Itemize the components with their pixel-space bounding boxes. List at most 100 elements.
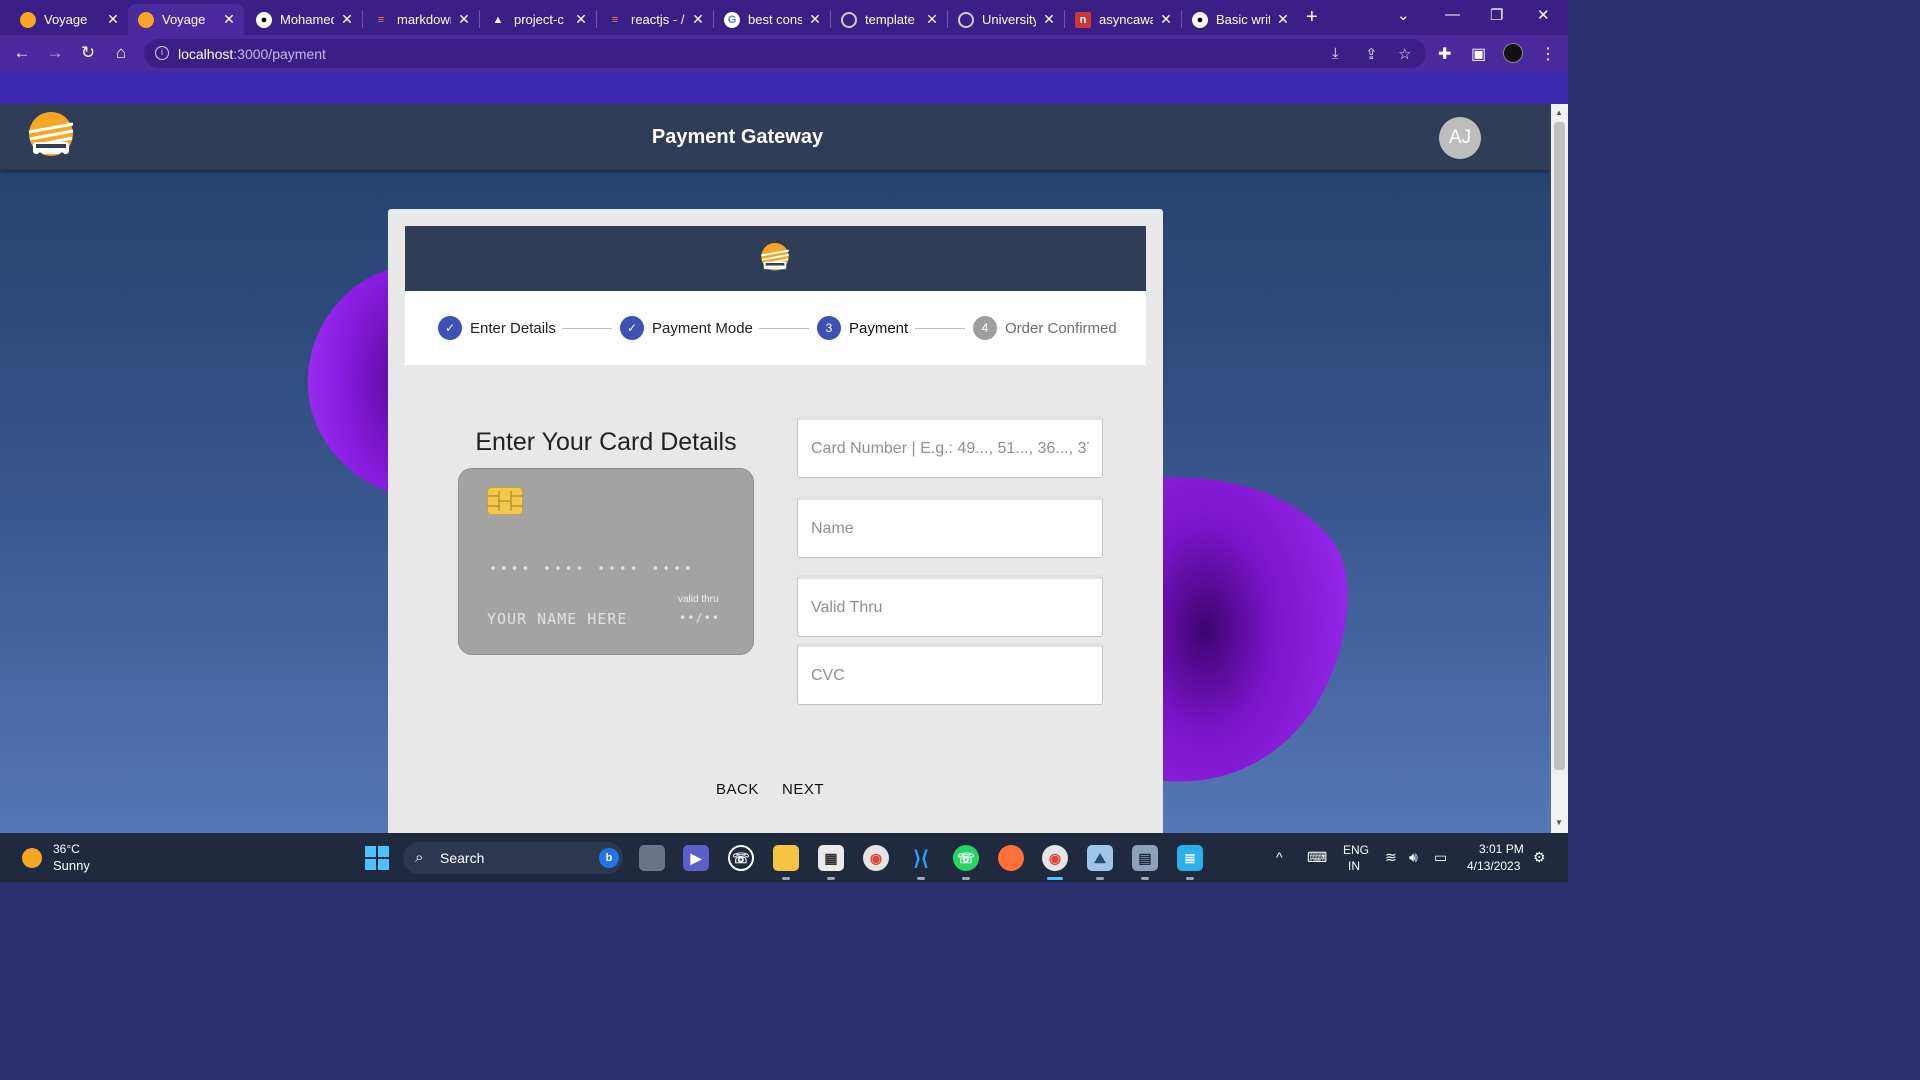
weather-temperature[interactable]: 36°C bbox=[53, 842, 80, 856]
new-tab-button[interactable]: + bbox=[1306, 6, 1318, 29]
address-bar[interactable]: i localhost:3000/payment ⤓ ⇪ ☆ bbox=[144, 39, 1426, 68]
browser-tab[interactable]: ● Mohamed ✕ bbox=[246, 4, 362, 35]
browser-tab[interactable]: University ✕ bbox=[948, 4, 1064, 35]
back-button[interactable]: BACK bbox=[716, 781, 759, 798]
user-avatar[interactable]: AJ bbox=[1439, 117, 1481, 159]
browser-tab[interactable]: n asyncawa ✕ bbox=[1065, 4, 1181, 35]
file-explorer-icon[interactable] bbox=[773, 845, 799, 880]
bing-icon[interactable]: b bbox=[599, 848, 619, 868]
start-button[interactable] bbox=[365, 846, 389, 870]
cvc-input[interactable] bbox=[798, 647, 1102, 704]
whatsapp-icon[interactable]: ☏ bbox=[953, 845, 979, 880]
minimize-button[interactable]: — bbox=[1445, 6, 1460, 23]
browser-tab[interactable]: ≡ markdown ✕ bbox=[363, 4, 479, 35]
browser-profile-avatar[interactable] bbox=[1503, 43, 1523, 63]
calculator-icon[interactable]: ▤ bbox=[1132, 845, 1158, 880]
keyboard-icon[interactable]: ⌨ bbox=[1307, 849, 1327, 866]
tab-title: Mohamed bbox=[280, 12, 334, 27]
close-tab-icon[interactable]: ✕ bbox=[340, 11, 354, 28]
close-tab-icon[interactable]: ✕ bbox=[925, 11, 939, 28]
volume-icon[interactable]: 🔊︎ bbox=[1409, 849, 1418, 866]
close-tab-icon[interactable]: ✕ bbox=[106, 11, 120, 28]
voyage-icon bbox=[20, 11, 36, 28]
region-indicator[interactable]: IN bbox=[1348, 859, 1360, 873]
browser-tab[interactable]: ▲ project-c ✕ bbox=[480, 4, 596, 35]
search-icon: ⌕ bbox=[415, 849, 424, 866]
notifications-icon[interactable]: ⚙ bbox=[1533, 849, 1546, 866]
photos-icon[interactable]: ⛰ bbox=[1087, 845, 1113, 880]
close-tab-icon[interactable]: ✕ bbox=[1042, 11, 1056, 28]
forward-arrow-icon[interactable]: → bbox=[44, 43, 66, 63]
close-tab-icon[interactable]: ✕ bbox=[1159, 11, 1173, 28]
wifi-icon[interactable]: ≋ bbox=[1385, 849, 1397, 866]
page-scrollbar[interactable]: ▲ ▼ bbox=[1551, 104, 1568, 833]
browser-tab[interactable]: Voyage ✕ bbox=[10, 4, 128, 35]
valid-thru-field bbox=[797, 575, 1103, 637]
valid-thru-input[interactable] bbox=[798, 579, 1102, 636]
browser-tab-active[interactable]: Voyage ✕ bbox=[128, 4, 244, 35]
battery-icon[interactable]: ▭ bbox=[1434, 849, 1447, 866]
whatsapp-icon[interactable]: ☏ bbox=[728, 845, 754, 871]
browser-menu-icon[interactable]: ⋮ bbox=[1540, 44, 1556, 64]
url-text[interactable]: localhost:3000/payment bbox=[178, 46, 326, 62]
close-tab-icon[interactable]: ✕ bbox=[1276, 11, 1290, 28]
browser-tab[interactable]: G best cons ✕ bbox=[714, 4, 830, 35]
share-icon[interactable]: ⇪ bbox=[1365, 45, 1378, 63]
step-label: Order Confirmed bbox=[1005, 319, 1117, 337]
checkout-stepper: ✓ Enter Details ✓ Payment Mode 3 Payment… bbox=[405, 291, 1146, 365]
decorative-blob-right bbox=[1150, 477, 1348, 782]
scroll-down-arrow-icon[interactable]: ▼ bbox=[1555, 818, 1563, 827]
scroll-up-arrow-icon[interactable]: ▲ bbox=[1555, 108, 1563, 117]
tab-search-icon[interactable]: ⌄ bbox=[1397, 6, 1410, 24]
show-hidden-icons-chevron-icon[interactable]: ^ bbox=[1276, 849, 1283, 865]
notepad-icon[interactable]: ≣ bbox=[1177, 845, 1203, 880]
reload-icon[interactable]: ↻ bbox=[77, 43, 99, 63]
microsoft-store-icon[interactable]: ▦ bbox=[818, 845, 844, 880]
bookmark-star-icon[interactable]: ☆ bbox=[1398, 45, 1411, 63]
chrome-icon[interactable]: ◉ bbox=[1042, 845, 1068, 880]
close-tab-icon[interactable]: ✕ bbox=[691, 11, 705, 28]
close-tab-icon[interactable]: ✕ bbox=[457, 11, 471, 28]
step-order-confirmed: 4 Order Confirmed bbox=[973, 316, 1117, 340]
globe-icon bbox=[841, 11, 857, 28]
close-tab-icon[interactable]: ✕ bbox=[574, 11, 588, 28]
next-button[interactable]: NEXT bbox=[782, 781, 824, 798]
install-icon[interactable]: ⤓ bbox=[1332, 45, 1339, 62]
browser-tab[interactable]: ● Basic writ ✕ bbox=[1182, 4, 1298, 35]
home-icon[interactable]: ⌂ bbox=[110, 43, 132, 63]
site-info-icon[interactable]: i bbox=[155, 46, 169, 60]
name-field bbox=[797, 496, 1103, 558]
tab-title: Basic writ bbox=[1216, 12, 1270, 27]
chrome-icon[interactable]: ◉ bbox=[863, 845, 889, 871]
close-tab-icon[interactable]: ✕ bbox=[222, 11, 236, 28]
valid-thru-preview: ••/•• bbox=[679, 611, 721, 625]
close-tab-icon[interactable]: ✕ bbox=[808, 11, 822, 28]
taskbar-search-label: Search bbox=[440, 850, 485, 866]
card-number-input[interactable] bbox=[798, 420, 1102, 477]
panel-header bbox=[405, 226, 1146, 291]
firefox-icon[interactable] bbox=[998, 845, 1024, 871]
restore-button[interactable]: ❐ bbox=[1490, 6, 1503, 24]
scrollbar-thumb[interactable] bbox=[1554, 122, 1565, 770]
name-input[interactable] bbox=[798, 500, 1102, 557]
task-view-icon[interactable] bbox=[639, 845, 665, 871]
tab-title: asyncawa bbox=[1099, 12, 1153, 27]
clock-date[interactable]: 4/13/2023 bbox=[1467, 859, 1520, 873]
github-icon: ● bbox=[256, 11, 272, 28]
step-connector bbox=[759, 328, 809, 329]
running-indicator bbox=[1186, 877, 1194, 880]
extensions-icon[interactable]: ✚ bbox=[1438, 44, 1451, 64]
weather-description[interactable]: Sunny bbox=[53, 858, 90, 873]
close-window-button[interactable]: ✕ bbox=[1537, 6, 1550, 24]
clock-time[interactable]: 3:01 PM bbox=[1479, 842, 1524, 856]
language-indicator[interactable]: ENG bbox=[1343, 843, 1369, 857]
side-panel-icon[interactable]: ▣ bbox=[1471, 44, 1486, 64]
sun-icon[interactable] bbox=[22, 848, 42, 868]
browser-tab[interactable]: ≡ reactjs - / ✕ bbox=[597, 4, 713, 35]
taskbar-search[interactable]: ⌕ Search b bbox=[403, 842, 623, 874]
teams-chat-icon[interactable]: ▶ bbox=[683, 845, 709, 871]
browser-tab[interactable]: template ✕ bbox=[831, 4, 947, 35]
vscode-icon[interactable]: ⟩⟨ bbox=[908, 845, 934, 880]
back-arrow-icon[interactable]: ← bbox=[11, 43, 33, 63]
tab-title: best cons bbox=[748, 12, 802, 27]
